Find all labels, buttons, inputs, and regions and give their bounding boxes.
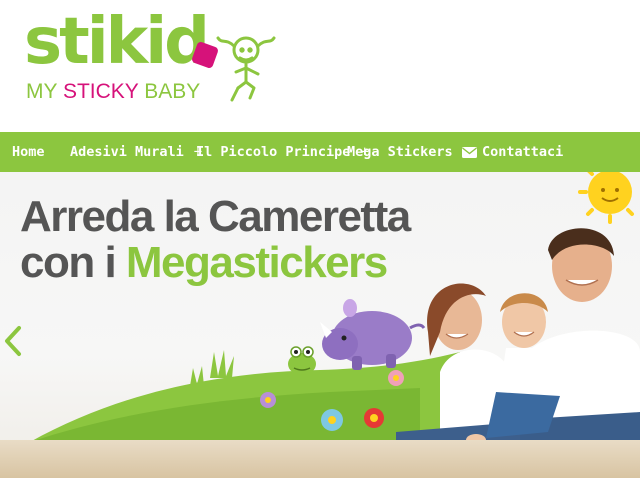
nav-item-mega-stickers[interactable]: Mega Stickers — [347, 132, 453, 172]
hero-title-line2: con i Megastickers — [20, 240, 410, 286]
envelope-icon — [462, 146, 477, 158]
nav-label-home: Home — [12, 144, 45, 160]
hero-title-line1: Arreda la Cameretta — [20, 192, 411, 241]
logo-tagline: MY STICKY BABY — [26, 80, 200, 104]
logo-wordmark: stikid — [24, 5, 210, 79]
sun-icon — [578, 172, 634, 224]
stikid-logo[interactable]: stikid MY STICKY BABY — [24, 5, 276, 116]
nav-label-piccolo-principe: Il Piccolo Principe — [196, 144, 351, 160]
site-header: stikid MY STICKY BABY — [0, 0, 640, 132]
slider-prev-arrow-icon[interactable] — [2, 324, 24, 358]
nav-item-adesivi-murali[interactable]: Adesivi Murali + — [70, 132, 202, 172]
hero-slider: Arreda la Cameretta con i Megastickers — [0, 172, 640, 478]
nav-item-piccolo-principe[interactable]: Il Piccolo Principe + — [196, 132, 369, 172]
nav-label-adesivi-murali: Adesivi Murali — [70, 144, 184, 160]
tagline-my: MY — [26, 80, 58, 103]
floor — [0, 440, 640, 478]
girl-mascot-icon — [216, 36, 276, 102]
nav-label-contattaci: Contattaci — [482, 144, 564, 160]
hero-headline: Arreda la Cameretta con i Megastickers — [20, 192, 411, 286]
rhino-illustration — [320, 299, 426, 370]
tagline-baby: BABY — [144, 80, 201, 103]
tagline-sticky: STICKY — [62, 80, 139, 103]
nav-label-mega-stickers: Mega Stickers — [347, 144, 453, 160]
hero-title-prefix: con i — [20, 238, 126, 287]
frog-illustration — [288, 346, 316, 375]
nav-item-home[interactable]: Home — [12, 132, 45, 172]
main-navigation: Home Adesivi Murali + Il Piccolo Princip… — [0, 132, 640, 172]
nav-item-contattaci[interactable]: Contattaci — [462, 132, 563, 172]
hero-title-accent: Megastickers — [125, 238, 388, 287]
